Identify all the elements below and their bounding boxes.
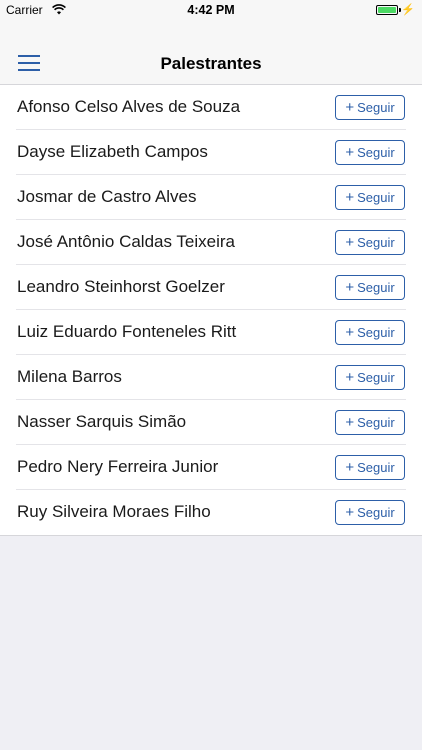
follow-button-label: Seguir xyxy=(357,235,395,250)
follow-button[interactable]: + Seguir xyxy=(335,320,405,345)
plus-icon: + xyxy=(345,143,355,161)
plus-icon: + xyxy=(345,278,355,296)
follow-button[interactable]: + Seguir xyxy=(335,185,405,210)
follow-button-label: Seguir xyxy=(357,145,395,160)
clock: 4:42 PM xyxy=(187,3,235,17)
follow-button-label: Seguir xyxy=(357,190,395,205)
follow-button-label: Seguir xyxy=(357,100,395,115)
follow-button-label: Seguir xyxy=(357,370,395,385)
list-item[interactable]: Dayse Elizabeth Campos + Seguir xyxy=(0,130,422,175)
navigation-bar: Palestrantes xyxy=(0,20,422,85)
follow-button-label: Seguir xyxy=(357,505,395,520)
plus-icon: + xyxy=(345,233,355,251)
speaker-name: Nasser Sarquis Simão xyxy=(17,412,187,431)
follow-button[interactable]: + Seguir xyxy=(335,140,405,165)
speaker-name: Luiz Eduardo Fonteneles Ritt xyxy=(17,322,237,341)
follow-button[interactable]: + Seguir xyxy=(335,230,405,255)
list-item[interactable]: Nasser Sarquis Simão + Seguir xyxy=(0,400,422,445)
speaker-name: Leandro Steinhorst Goelzer xyxy=(17,277,225,296)
speaker-name: Ruy Silveira Moraes Filho xyxy=(17,502,211,521)
follow-button[interactable]: + Seguir xyxy=(335,455,405,480)
speaker-name: Josmar de Castro Alves xyxy=(17,187,197,206)
list-item[interactable]: Afonso Celso Alves de Souza + Seguir xyxy=(0,85,422,130)
charging-icon: ⚡ xyxy=(401,4,415,16)
speaker-name: Dayse Elizabeth Campos xyxy=(17,142,208,161)
follow-button-label: Seguir xyxy=(357,460,395,475)
battery-icon xyxy=(376,5,398,15)
status-bar: Carrier 4:42 PM ⚡ xyxy=(0,0,422,20)
follow-button-label: Seguir xyxy=(357,325,395,340)
follow-button-label: Seguir xyxy=(357,280,395,295)
follow-button[interactable]: + Seguir xyxy=(335,275,405,300)
speaker-name: Afonso Celso Alves de Souza xyxy=(17,97,241,116)
list-item[interactable]: Pedro Nery Ferreira Junior + Seguir xyxy=(0,445,422,490)
plus-icon: + xyxy=(345,368,355,386)
plus-icon: + xyxy=(345,323,355,341)
list-item[interactable]: Luiz Eduardo Fonteneles Ritt + Seguir xyxy=(0,310,422,355)
follow-button[interactable]: + Seguir xyxy=(335,95,405,120)
follow-button[interactable]: + Seguir xyxy=(335,410,405,435)
plus-icon: + xyxy=(345,503,355,521)
follow-button[interactable]: + Seguir xyxy=(335,500,405,525)
speaker-name: Milena Barros xyxy=(17,367,122,386)
list-item[interactable]: Leandro Steinhorst Goelzer + Seguir xyxy=(0,265,422,310)
list-item[interactable]: Milena Barros + Seguir xyxy=(0,355,422,400)
page-title: Palestrantes xyxy=(160,54,262,73)
list-item[interactable]: Ruy Silveira Moraes Filho + Seguir xyxy=(0,490,422,535)
plus-icon: + xyxy=(345,98,355,116)
plus-icon: + xyxy=(345,413,355,431)
plus-icon: + xyxy=(345,458,355,476)
list-item[interactable]: Josmar de Castro Alves + Seguir xyxy=(0,175,422,220)
speaker-name: José Antônio Caldas Teixeira xyxy=(17,232,235,251)
plus-icon: + xyxy=(345,188,355,206)
follow-button-label: Seguir xyxy=(357,415,395,430)
speaker-list: Afonso Celso Alves de Souza + Seguir Dayse … xyxy=(0,85,422,536)
speaker-name: Pedro Nery Ferreira Junior xyxy=(17,457,219,476)
follow-button[interactable]: + Seguir xyxy=(335,365,405,390)
list-item[interactable]: José Antônio Caldas Teixeira + Seguir xyxy=(0,220,422,265)
